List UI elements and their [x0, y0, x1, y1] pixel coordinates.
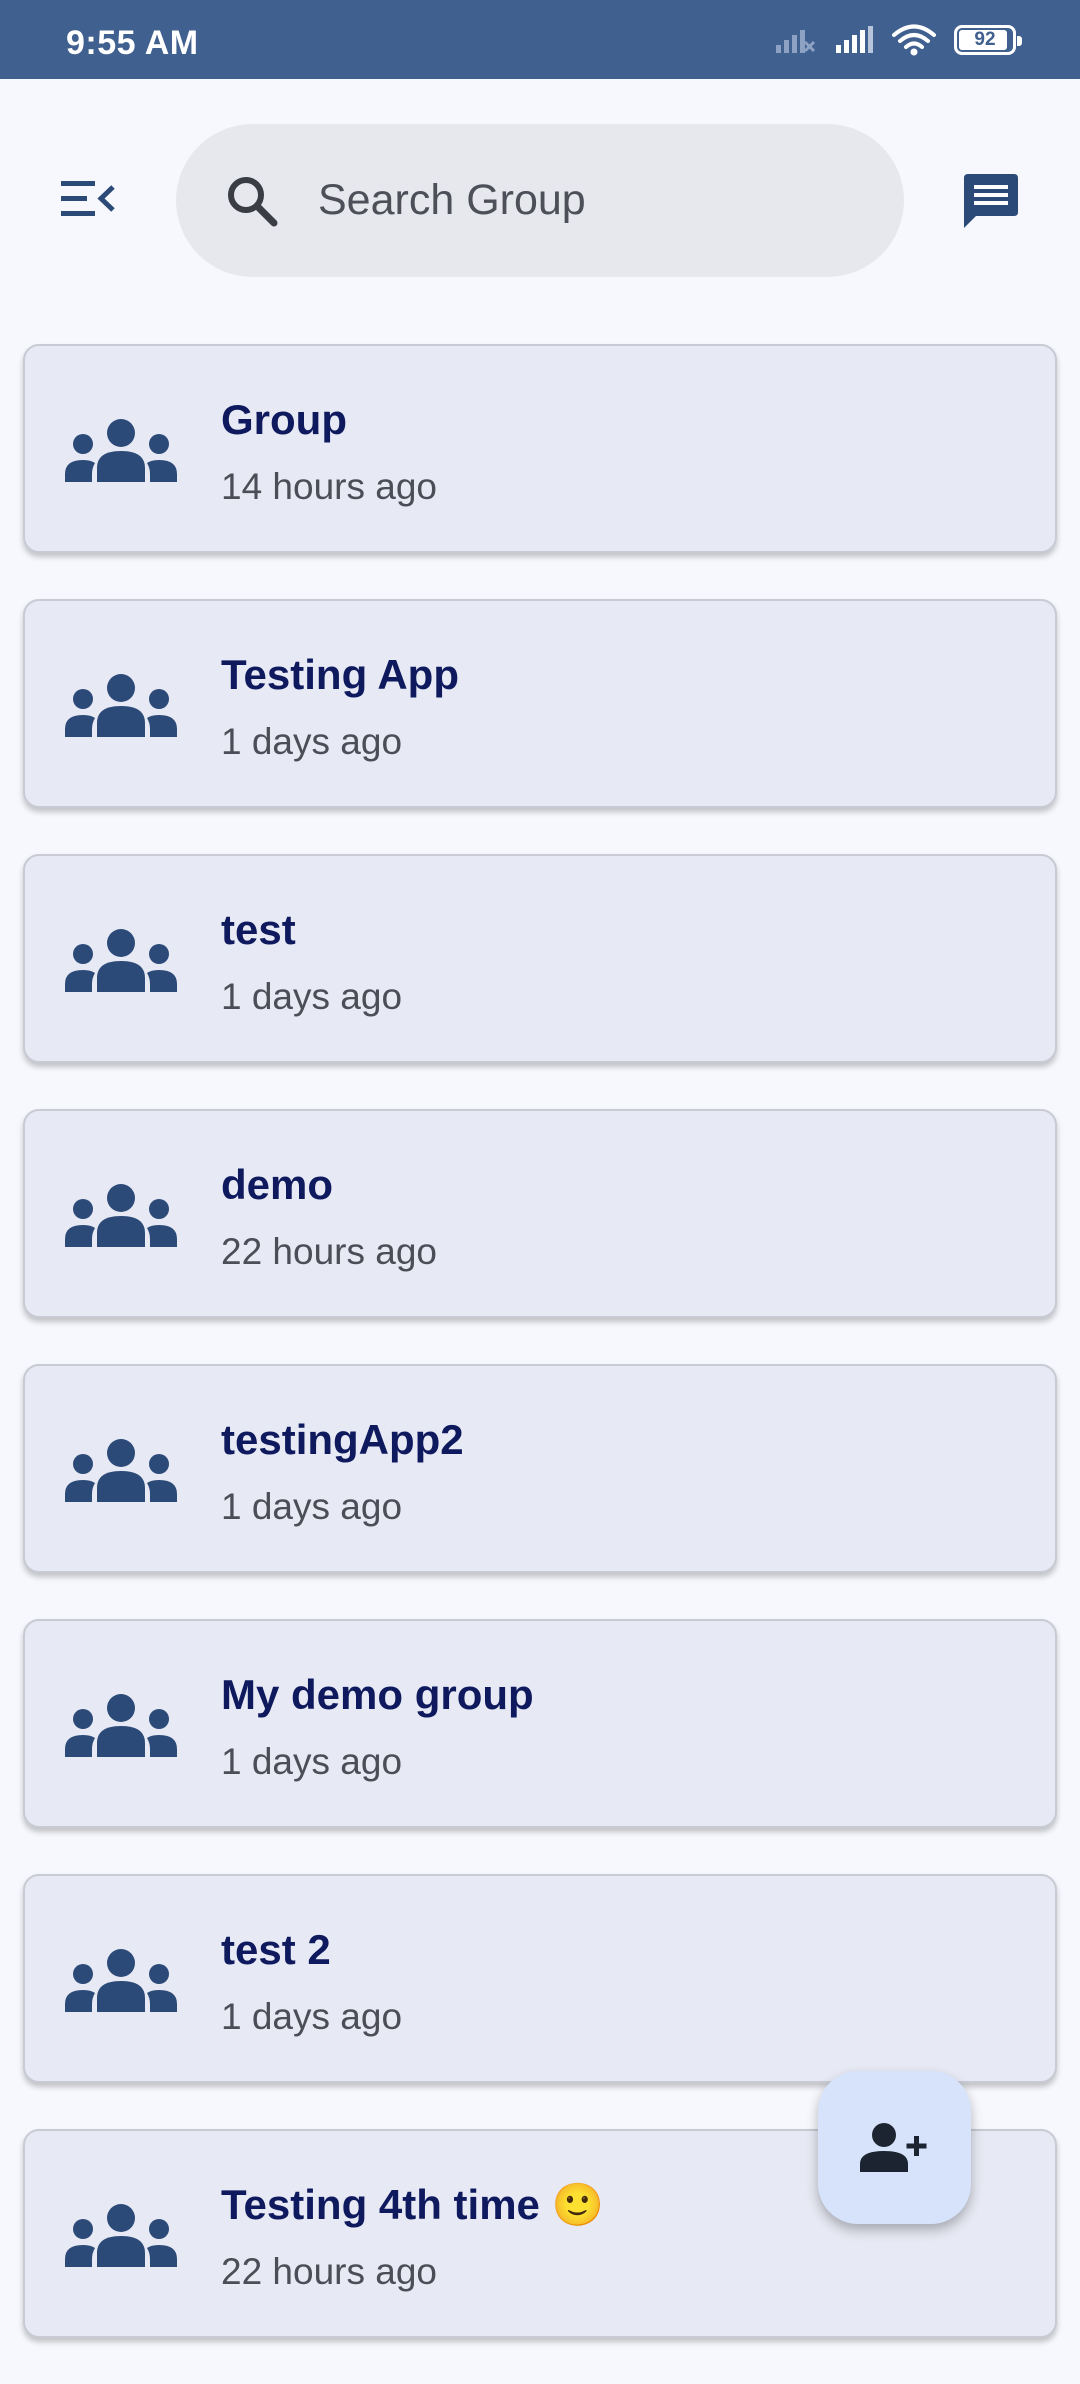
group-time: 1 days ago [221, 1996, 403, 2037]
battery-level: 92 [974, 29, 996, 50]
group-card[interactable]: test 1 days ago [23, 854, 1057, 1063]
menu-collapse-icon [61, 181, 115, 216]
add-person-icon [859, 2122, 926, 2172]
group-time: 1 days ago [221, 976, 403, 1017]
group-name: Testing 4th time 🙂 [221, 2181, 604, 2228]
chat-button[interactable] [960, 170, 1022, 232]
group-time: 22 hours ago [221, 1231, 438, 1272]
signal-icon [836, 26, 873, 53]
group-time: 1 days ago [221, 721, 403, 762]
group-card[interactable]: Group 14 hours ago [23, 344, 1057, 553]
group-icon [65, 2204, 177, 2267]
signal-off-icon [776, 30, 816, 53]
search-icon [228, 176, 278, 226]
group-icon [65, 1949, 177, 2012]
group-card[interactable]: My demo group 1 days ago [23, 1619, 1057, 1828]
menu-button[interactable] [58, 174, 118, 224]
group-card[interactable]: demo 22 hours ago [23, 1109, 1057, 1318]
battery-icon: 92 [954, 25, 1022, 55]
group-time: 1 days ago [221, 1486, 403, 1527]
group-icon [65, 1439, 177, 1502]
group-time: 14 hours ago [221, 466, 438, 507]
search-input[interactable] [318, 176, 838, 225]
group-icon [65, 1184, 177, 1247]
group-name: testingApp2 [221, 1416, 464, 1463]
group-icon [65, 419, 177, 482]
search-bar[interactable] [176, 124, 904, 277]
group-name: demo [221, 1161, 334, 1208]
group-icon [65, 929, 177, 992]
group-name: Testing App [221, 651, 459, 698]
group-icon [65, 674, 177, 737]
group-name: test 2 [221, 1926, 331, 1973]
group-name: My demo group [221, 1671, 534, 1718]
add-group-fab[interactable] [818, 2071, 971, 2224]
group-time: 22 hours ago [221, 2251, 438, 2292]
group-name: Group [221, 396, 347, 443]
group-card[interactable]: Testing App 1 days ago [23, 599, 1057, 808]
group-card[interactable]: test 2 1 days ago [23, 1874, 1057, 2083]
message-icon [964, 174, 1018, 228]
group-card[interactable]: testingApp2 1 days ago [23, 1364, 1057, 1573]
wifi-icon [892, 24, 936, 56]
status-time: 9:55 AM [66, 24, 199, 62]
status-bar: 9:55 AM 92 [0, 0, 1080, 79]
group-time: 1 days ago [221, 1741, 403, 1782]
group-name: test [221, 906, 296, 953]
status-icons: 92 [774, 22, 1022, 58]
group-icon [65, 1694, 177, 1757]
